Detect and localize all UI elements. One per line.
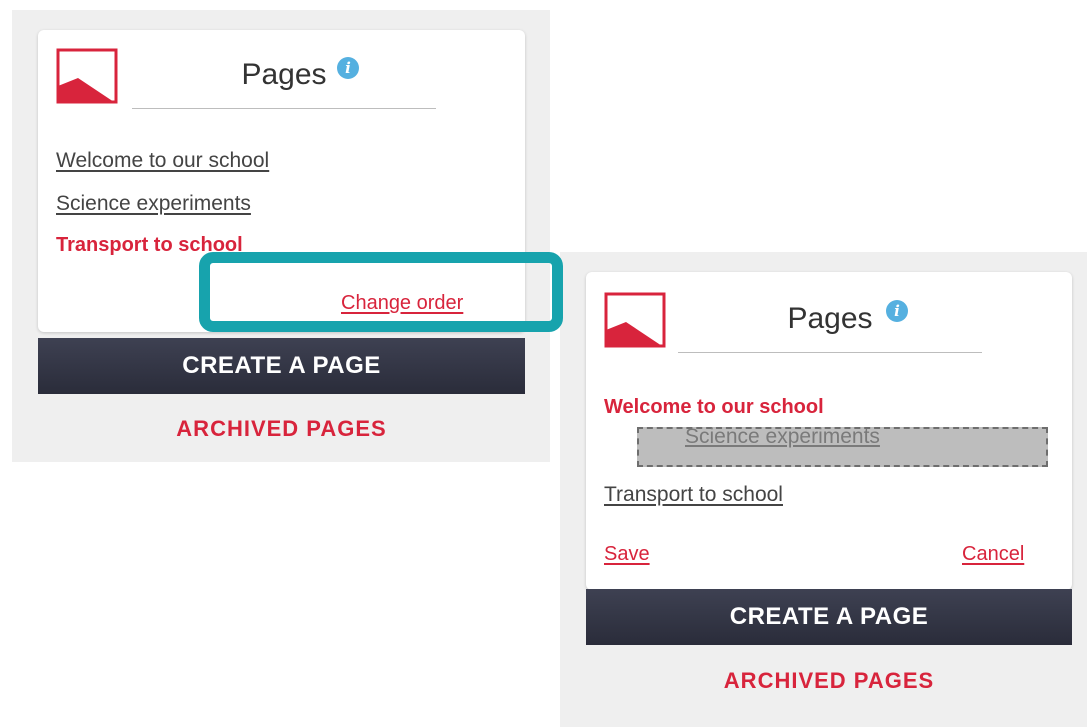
info-icon[interactable]: i: [886, 300, 908, 322]
archived-pages-link[interactable]: ARCHIVED PAGES: [586, 668, 1072, 694]
pages-logo-icon: [604, 292, 666, 348]
create-page-button[interactable]: CREATE A PAGE: [586, 589, 1072, 645]
page-link-transport[interactable]: Transport to school: [604, 483, 783, 507]
pages-logo-icon: [56, 48, 118, 104]
pages-title: Pages: [787, 302, 873, 335]
page-link-welcome[interactable]: Welcome to our school: [56, 149, 269, 173]
dragging-page-item[interactable]: Science experiments: [637, 425, 1048, 467]
pages-title: Pages: [241, 58, 327, 91]
page-link-science[interactable]: Science experiments: [56, 192, 251, 216]
archived-pages-link[interactable]: ARCHIVED PAGES: [38, 416, 525, 442]
change-order-highlight: [199, 252, 563, 332]
title-divider: [678, 352, 982, 353]
title-divider: [132, 108, 436, 109]
save-link[interactable]: Save: [604, 543, 650, 566]
info-icon[interactable]: i: [337, 57, 359, 79]
create-page-button[interactable]: CREATE A PAGE: [38, 338, 525, 394]
page-current-welcome: Welcome to our school: [604, 396, 824, 418]
cancel-link[interactable]: Cancel: [962, 543, 1024, 566]
dragging-page-label: Science experiments: [685, 425, 880, 448]
